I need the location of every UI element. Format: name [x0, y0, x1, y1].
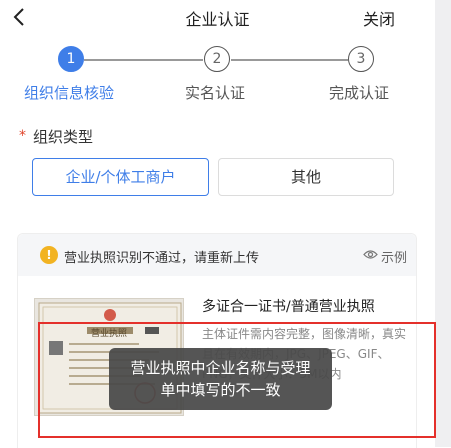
step-1-label: 组织信息核验: [24, 84, 115, 102]
close-button[interactable]: 关闭: [363, 6, 395, 30]
step-2-indicator: 2: [204, 46, 230, 72]
eye-icon[interactable]: [363, 249, 378, 260]
org-type-label: 组织类型: [33, 128, 94, 146]
step-1-indicator: 1: [58, 46, 84, 72]
highlight-box: [38, 322, 436, 438]
recognition-alert: ! 营业执照识别不通过，请重新上传 示例: [18, 234, 416, 276]
document-type-title: 多证合一证书/普通营业执照: [202, 299, 375, 315]
header: 企业认证 关闭: [0, 0, 435, 34]
org-type-enterprise-option[interactable]: 企业/个体工商户: [32, 158, 209, 196]
step-3-indicator: 3: [348, 46, 374, 72]
scrollbar-track[interactable]: [435, 0, 451, 447]
progress-stepper: 1 2 3 组织信息核验 实名认证 完成认证: [0, 40, 435, 104]
step-2-label: 实名认证: [185, 84, 246, 102]
step-connector: [231, 59, 348, 61]
warning-icon: !: [40, 246, 58, 264]
required-mark: *: [19, 128, 26, 144]
step-connector: [84, 59, 203, 61]
example-link[interactable]: 示例: [381, 247, 407, 266]
step-3-label: 完成认证: [329, 84, 390, 102]
alert-message: 营业执照识别不通过，请重新上传: [64, 251, 260, 266]
org-type-other-option[interactable]: 其他: [218, 158, 394, 196]
